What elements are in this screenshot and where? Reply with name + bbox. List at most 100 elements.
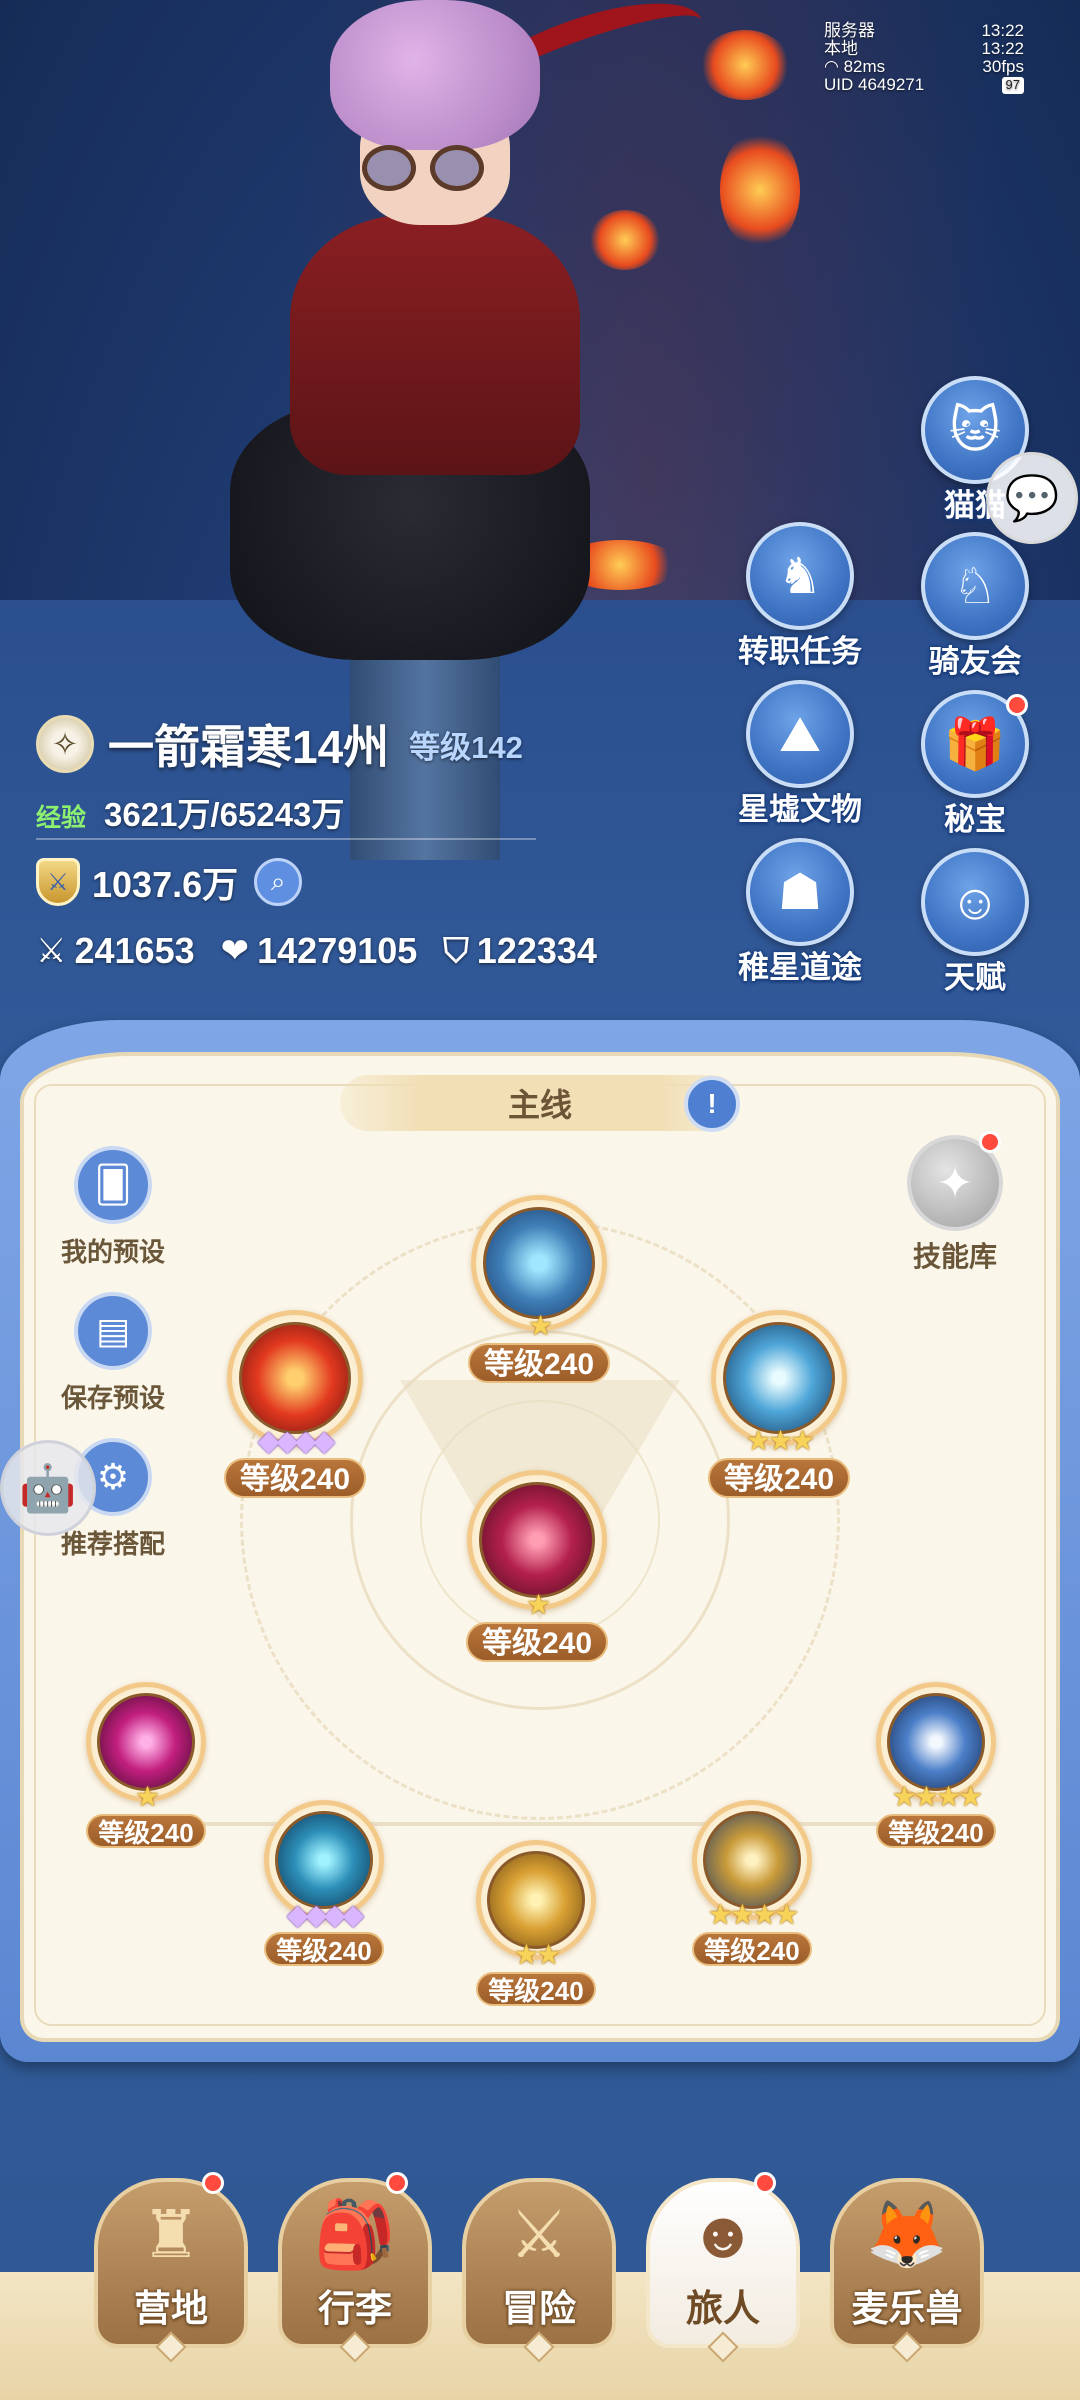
star-path-button[interactable]: ☗ 稚星道途	[735, 838, 865, 987]
skill-slot-upper-left[interactable]: ◆◆◆◆ 等级240	[212, 1310, 378, 1498]
class-emblem-icon[interactable]: ✧	[36, 715, 94, 773]
combat-power-shield-icon: ⚔	[36, 858, 80, 906]
skill-icon	[479, 1482, 595, 1598]
inspect-search-button[interactable]: ⌕	[254, 858, 303, 906]
treasure-button[interactable]: 🎁 秘宝	[910, 690, 1040, 839]
class-change-icon: ♞	[746, 522, 854, 630]
backpack-icon: 🎒	[313, 2197, 397, 2271]
star-path-label: 稚星道途	[738, 950, 862, 985]
chat-icon[interactable]: 💬	[986, 452, 1078, 544]
info-book-icon[interactable]: !	[684, 1076, 740, 1132]
fox-pet-icon: 🦊	[865, 2197, 949, 2271]
nav-camp-label: 营地	[134, 2288, 208, 2329]
skill-level-badge: 等级240	[476, 1972, 596, 2006]
heart-icon: ❤	[220, 932, 250, 970]
attack-swords-icon: ⚔	[36, 932, 67, 970]
save-preset-button[interactable]: ▤ 保存预设	[38, 1292, 188, 1415]
tab-main-line-label: 主线	[507, 1087, 572, 1123]
skill-slot-lower-middle[interactable]: ★★ 等级240	[466, 1840, 606, 2006]
hooded-figure-icon: ☗	[746, 838, 854, 946]
rider-club-label: 骑友会	[928, 644, 1022, 679]
skill-library-label: 技能库	[912, 1241, 997, 1272]
skill-slot-lower-right[interactable]: ★★★★ 等级240	[682, 1800, 822, 1966]
rider-club-button[interactable]: ♘ 骑友会	[910, 532, 1040, 681]
skill-icon	[487, 1851, 585, 1949]
nav-traveler[interactable]: ☻ 旅人	[646, 2172, 800, 2363]
skill-icon	[97, 1693, 195, 1791]
skill-slot-lower-left[interactable]: ◆◆◆◆ 等级240	[254, 1800, 394, 1966]
nav-pets[interactable]: 🦊 麦乐兽	[830, 2178, 984, 2363]
local-label: 本地	[824, 39, 858, 58]
attack-value: 241653	[74, 930, 195, 971]
skill-level-badge: 等级240	[876, 1814, 996, 1848]
wifi-icon: ◠	[824, 57, 844, 76]
skill-stars: ★★★★	[707, 1899, 799, 1930]
skill-icon	[239, 1322, 351, 1434]
talent-label: 天赋	[944, 960, 1006, 995]
ruins-relics-label: 星墟文物	[738, 792, 862, 827]
skill-icon	[723, 1322, 835, 1434]
save-preset-label: 保存预设	[60, 1383, 165, 1413]
nav-camp[interactable]: ♜ 营地	[94, 2172, 248, 2363]
server-time: 13:22	[981, 21, 1024, 40]
skill-stars: ◆◆◆◆	[286, 1899, 364, 1930]
job-quest-button[interactable]: ♞ 转职任务	[735, 522, 865, 671]
uid-text: UID 4649271	[824, 75, 925, 94]
skill-icon	[483, 1207, 595, 1319]
skill-icon	[703, 1811, 801, 1909]
exp-label: 经验	[36, 804, 87, 832]
crossed-swords-icon: ⚔	[509, 2197, 569, 2271]
nav-traveler-label: 旅人	[686, 2288, 760, 2329]
fps-value: 30fps	[982, 57, 1024, 76]
player-name: 一箭霜寒14州	[108, 721, 390, 773]
save-disk-icon: ▤	[74, 1292, 152, 1370]
skill-level-badge: 等级240	[223, 1458, 367, 1498]
skill-slot-center[interactable]: ★ 等级240	[452, 1470, 622, 1662]
skill-level-badge: 等级240	[264, 1932, 384, 1966]
skill-stars: ★	[134, 1781, 160, 1812]
ruins-relics-button[interactable]: ⛰ 星墟文物	[735, 680, 865, 829]
nav-adventure[interactable]: ⚔ 冒险	[462, 2178, 616, 2363]
skill-level-badge: 等级240	[465, 1622, 609, 1662]
divider	[36, 838, 536, 840]
robot-assistant-icon[interactable]: 🤖	[0, 1440, 96, 1536]
horse-icon: ♘	[921, 532, 1029, 640]
hp-value: 14279105	[257, 930, 418, 971]
nav-luggage[interactable]: 🎒 行李	[278, 2172, 432, 2363]
talent-button[interactable]: ☺ 天赋	[910, 848, 1040, 997]
skill-level-badge: 等级240	[86, 1814, 206, 1848]
tab-main-line[interactable]: 主线	[340, 1075, 740, 1131]
notification-dot	[979, 1131, 1001, 1153]
battery-badge: 97	[1001, 77, 1024, 94]
skill-stars: ★★★★	[891, 1781, 983, 1812]
job-quest-label: 转职任务	[738, 634, 862, 669]
fire-effect	[720, 130, 800, 250]
skill-icon	[887, 1693, 985, 1791]
ping-value: 82ms	[843, 57, 886, 76]
notification-dot	[202, 2172, 224, 2194]
skill-slot-upper-right[interactable]: ★★★ 等级240	[696, 1310, 862, 1498]
local-time: 13:22	[981, 39, 1024, 58]
skill-library-button[interactable]: ✦ 技能库	[895, 1131, 1015, 1275]
search-icon: ⌕	[270, 866, 286, 896]
castle-icon: ♜	[141, 2197, 201, 2271]
status-overlay: 服务器 13:22 本地 13:22 ◠ 82ms 30fps UID 4649271…	[824, 22, 1024, 94]
notification-dot	[754, 2172, 776, 2194]
skill-stars: ◆◆◆◆	[257, 1425, 335, 1456]
skill-slot-lower-far-right[interactable]: ★★★★ 等级240	[866, 1682, 1006, 1848]
character-portrait-icon: ☻	[688, 2197, 758, 2271]
my-presets-label: 我的预设	[60, 1237, 165, 1267]
skill-stars: ★★★	[745, 1425, 815, 1456]
server-label: 服务器	[824, 21, 875, 40]
shield-icon: ⛉	[443, 931, 469, 970]
combat-power-value: 1037.6万	[92, 864, 239, 905]
mountain-icon: ⛰	[746, 680, 854, 788]
my-presets-button[interactable]: 🂠 我的预设	[38, 1146, 188, 1269]
skill-slot-lower-far-left[interactable]: ★ 等级240	[76, 1682, 216, 1848]
skill-level-badge: 等级240	[467, 1343, 611, 1383]
brain-head-icon: ☺	[921, 848, 1029, 956]
skill-stars: ★	[527, 1310, 553, 1341]
exp-value: 3621万/65243万	[104, 796, 345, 833]
cards-icon: 🂠	[74, 1146, 152, 1224]
skill-slot-top[interactable]: ★ 等级240	[456, 1195, 622, 1383]
